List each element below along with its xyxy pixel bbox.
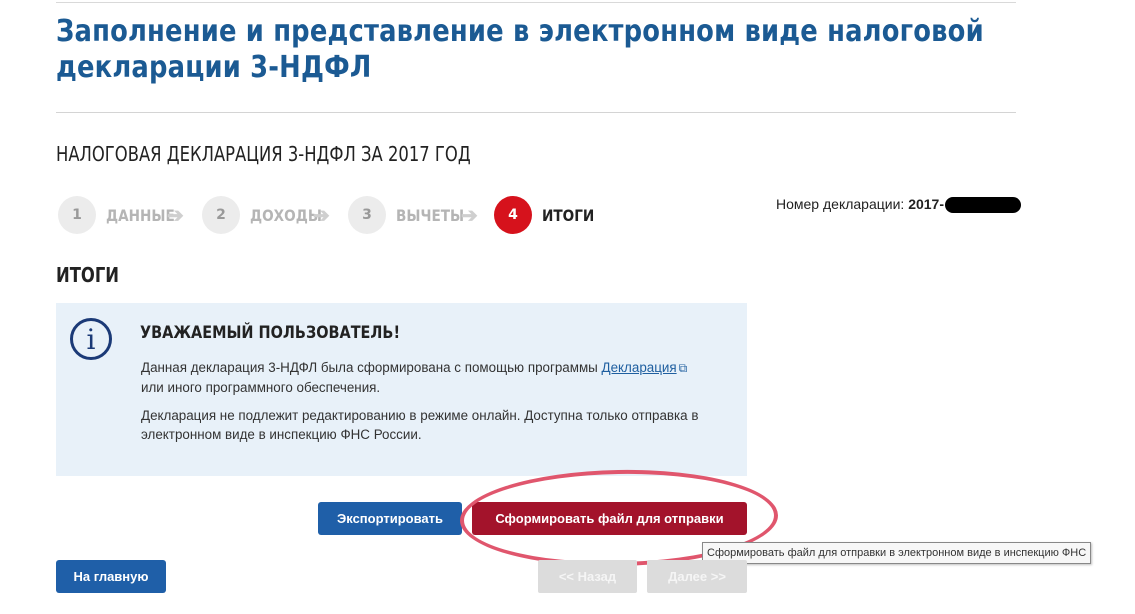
step-label: ВЫЧЕТЫ (396, 205, 465, 225)
step-deductions[interactable]: 3 ВЫЧЕТЫ (348, 196, 476, 234)
external-link-icon: ⧉ (678, 361, 688, 375)
back-button[interactable]: << Назад (538, 560, 637, 593)
info-text: Данная декларация 3-НДФЛ была сформирова… (141, 360, 598, 375)
home-button[interactable]: На главную (56, 560, 166, 593)
declaration-number-value: 2017- (908, 196, 944, 212)
step-label: ДАННЫЕ (106, 205, 175, 225)
arrow-right-icon: ➔ (313, 204, 330, 227)
page-title: Заполнение и представление в электронном… (56, 14, 984, 85)
step-number: 2 (202, 196, 240, 234)
step-number: 4 (494, 196, 532, 234)
step-number: 3 (348, 196, 386, 234)
info-paragraph-2: Декларация не подлежит редактированию в … (141, 408, 699, 442)
declaration-number-label: Номер декларации: (776, 196, 905, 212)
step-results[interactable]: 4 ИТОГИ (494, 196, 604, 234)
declaration-heading: НАЛОГОВАЯ ДЕКЛАРАЦИЯ 3-НДФЛ ЗА 2017 ГОД (56, 142, 471, 166)
info-icon: i (70, 318, 112, 360)
info-title: УВАЖАЕМЫЙ ПОЛЬЗОВАТЕЛЬ! (140, 323, 401, 343)
redaction-mark (945, 197, 1021, 214)
arrow-right-icon: ➔ (167, 204, 184, 227)
arrow-right-icon: ➔ (461, 204, 478, 227)
declaration-program-link[interactable]: Декларация (602, 360, 677, 375)
step-label: ИТОГИ (542, 205, 595, 225)
title-divider (56, 112, 1016, 113)
next-button[interactable]: Далее >> (647, 560, 747, 593)
section-title: ИТОГИ (56, 263, 120, 287)
form-file-button[interactable]: Сформировать файл для отправки (472, 502, 747, 535)
info-text: или иного программного обеспечения. (141, 380, 381, 395)
info-paragraph-1: Данная декларация 3-НДФЛ была сформирова… (141, 358, 731, 397)
step-label: ДОХОДЫ (250, 205, 322, 225)
export-button[interactable]: Экспортировать (318, 502, 462, 535)
tooltip: Сформировать файл для отправки в электро… (702, 542, 1092, 564)
top-divider (56, 2, 1016, 3)
step-number: 1 (58, 196, 96, 234)
declaration-number: Номер декларации: 2017- (776, 196, 1021, 214)
